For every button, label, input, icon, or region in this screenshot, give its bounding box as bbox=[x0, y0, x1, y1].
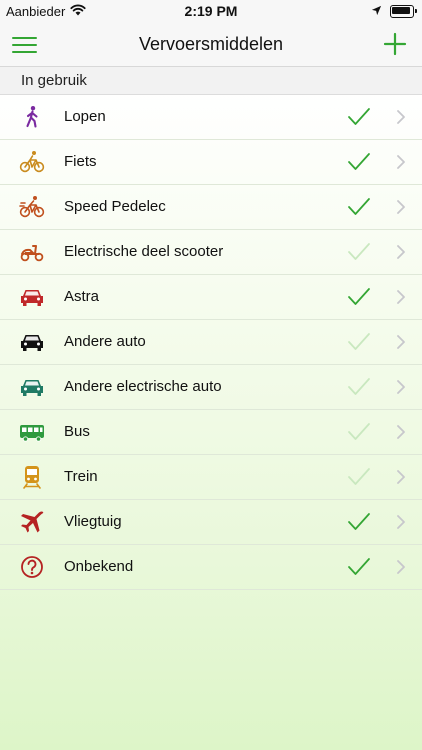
hamburger-menu-icon[interactable] bbox=[12, 32, 38, 56]
list-item[interactable]: Lopen bbox=[0, 95, 422, 140]
location-arrow-icon bbox=[371, 5, 382, 16]
bus-icon bbox=[20, 425, 44, 442]
check-icon[interactable] bbox=[347, 106, 371, 128]
clock: 2:19 PM bbox=[184, 3, 238, 19]
chevron-right-icon bbox=[397, 470, 405, 484]
section-title: In gebruik bbox=[21, 72, 87, 89]
item-label: Astra bbox=[64, 288, 100, 305]
bicycle-icon bbox=[19, 151, 45, 173]
section-header: In gebruik bbox=[0, 67, 422, 95]
item-label: Lopen bbox=[64, 108, 106, 125]
check-icon[interactable] bbox=[347, 376, 371, 398]
list-item[interactable]: Onbekend bbox=[0, 545, 422, 590]
check-icon[interactable] bbox=[347, 241, 371, 263]
chevron-right-icon bbox=[397, 200, 405, 214]
list-item[interactable]: Fiets bbox=[0, 140, 422, 185]
list-item[interactable]: Andere electrische auto bbox=[0, 365, 422, 410]
list-item[interactable]: Astra bbox=[0, 275, 422, 320]
navigation-bar: Vervoersmiddelen bbox=[0, 22, 422, 67]
list-item[interactable]: Trein bbox=[0, 455, 422, 500]
check-icon[interactable] bbox=[347, 151, 371, 173]
item-label: Andere electrische auto bbox=[64, 378, 222, 395]
walk-icon bbox=[26, 106, 38, 128]
item-label: Electrische deel scooter bbox=[64, 243, 224, 260]
check-icon[interactable] bbox=[347, 286, 371, 308]
chevron-right-icon bbox=[397, 290, 405, 304]
item-label: Vliegtuig bbox=[64, 513, 122, 530]
scooter-icon bbox=[20, 245, 44, 262]
status-bar: Aanbieder 2:19 PM bbox=[0, 0, 422, 22]
check-icon[interactable] bbox=[347, 196, 371, 218]
add-icon[interactable] bbox=[382, 31, 408, 57]
chevron-right-icon bbox=[397, 425, 405, 439]
list-item[interactable]: Speed Pedelec bbox=[0, 185, 422, 230]
chevron-right-icon bbox=[397, 110, 405, 124]
electric-car-icon bbox=[21, 380, 43, 396]
list-item[interactable]: Andere auto bbox=[0, 320, 422, 365]
check-icon[interactable] bbox=[347, 556, 371, 578]
check-icon[interactable] bbox=[347, 466, 371, 488]
chevron-right-icon bbox=[397, 335, 405, 349]
check-icon[interactable] bbox=[347, 331, 371, 353]
item-label: Trein bbox=[64, 468, 98, 485]
car-icon bbox=[21, 335, 43, 351]
question-icon bbox=[21, 556, 43, 578]
list-item[interactable]: Electrische deel scooter bbox=[0, 230, 422, 275]
airplane-icon bbox=[21, 511, 44, 533]
item-label: Andere auto bbox=[64, 333, 146, 350]
check-icon[interactable] bbox=[347, 511, 371, 533]
item-label: Fiets bbox=[64, 153, 97, 170]
check-icon[interactable] bbox=[347, 421, 371, 443]
car-icon bbox=[21, 290, 43, 306]
item-label: Speed Pedelec bbox=[64, 198, 166, 215]
item-label: Bus bbox=[64, 423, 90, 440]
chevron-right-icon bbox=[397, 560, 405, 574]
chevron-right-icon bbox=[397, 380, 405, 394]
chevron-right-icon bbox=[397, 515, 405, 529]
item-label: Onbekend bbox=[64, 558, 134, 575]
page-title: Vervoersmiddelen bbox=[138, 34, 284, 54]
list-item[interactable]: Vliegtuig bbox=[0, 500, 422, 545]
train-icon bbox=[23, 466, 41, 489]
chevron-right-icon bbox=[397, 155, 405, 169]
speed-pedelec-icon bbox=[19, 196, 45, 218]
battery-icon bbox=[390, 5, 417, 18]
list-item[interactable]: Bus bbox=[0, 410, 422, 455]
transport-list: Lopen Fiets Speed Pedelec Electrische de… bbox=[0, 95, 422, 590]
chevron-right-icon bbox=[397, 245, 405, 259]
